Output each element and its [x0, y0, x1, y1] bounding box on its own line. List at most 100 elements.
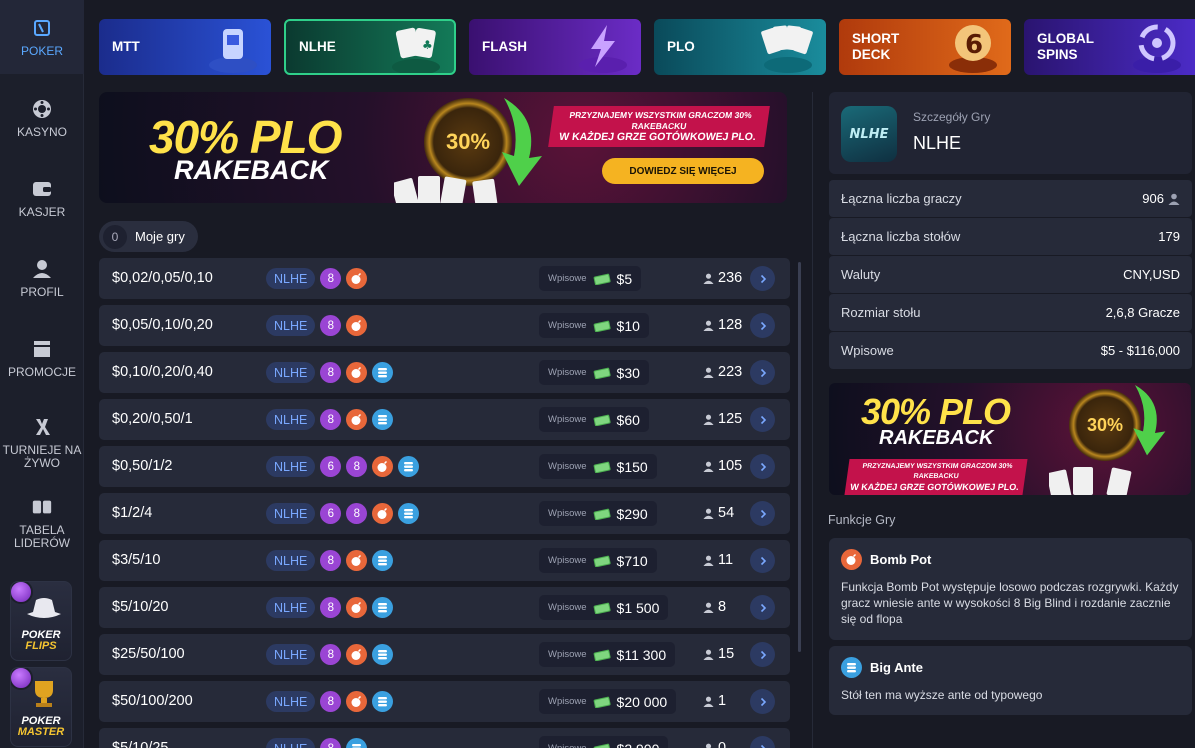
chevron-right-icon [758, 650, 768, 660]
poker-flips-promo[interactable]: POKER FLIPS [10, 581, 72, 661]
buyin-box: Wpisowe $11 300 [539, 642, 676, 667]
seats-badge: 8 [320, 550, 342, 571]
open-table-button[interactable] [750, 736, 775, 748]
buyin-value: $11 300 [616, 646, 667, 663]
tab-label: GLOBAL SPINS [1037, 31, 1094, 62]
seats-badge: 8 [320, 409, 342, 430]
tagline-line1: PRZYZNAJEMY WSZYSTKIM GRACZOM 30% RAKEBA… [861, 463, 1013, 480]
table-row[interactable]: $0,05/0,10/0,20 NLHE 8 Wpisowe $10 128 [99, 305, 790, 346]
open-table-button[interactable] [750, 313, 775, 338]
chevron-right-icon [758, 697, 768, 707]
sidebar-item-leaderboard[interactable]: TABELA LIDERÓW [0, 496, 89, 550]
tab-flash[interactable]: FLASH [469, 19, 641, 75]
table-row[interactable]: $25/50/100 NLHE 8 Wpisowe $11 300 15 [99, 634, 790, 675]
table-row[interactable]: $5/10/25 NLHE 8 Wpisowe $2 900 0 [99, 728, 790, 748]
tab-label: NLHE [299, 39, 336, 54]
stakes-label: $5/10/25 [112, 740, 169, 748]
game-type-badge: NLHE [266, 362, 316, 383]
table-row[interactable]: $0,02/0,05/0,10 NLHE 8 Wpisowe $5 236 [99, 258, 790, 299]
my-games-filter[interactable]: 0 Moje gry [99, 221, 198, 252]
buyin-value: $710 [616, 552, 648, 569]
buyin-label: Wpisowe [548, 273, 587, 284]
sidebar-item-promotions[interactable]: PROMOCJE [0, 338, 84, 379]
open-table-button[interactable] [750, 501, 775, 526]
open-table-button[interactable] [750, 642, 775, 667]
user-icon [31, 258, 53, 280]
panel-divider [812, 92, 813, 748]
table-row[interactable]: $0,20/0,50/1 NLHE 8 Wpisowe $60 125 [99, 399, 790, 440]
buyin-label: Wpisowe [548, 649, 587, 660]
chevron-right-icon [758, 744, 768, 748]
sidebar-item-casino[interactable]: KASYNO [0, 98, 84, 139]
open-table-button[interactable] [750, 266, 775, 291]
seats-badge: 8 [346, 503, 368, 524]
nlhe-logo: NLHE [841, 106, 897, 162]
sidebar-item-profile[interactable]: PROFIL [0, 258, 84, 299]
stat-value: 179 [1158, 229, 1180, 244]
cash-icon [593, 649, 611, 661]
six-plus-icon: 6 [949, 25, 997, 73]
tab-plo[interactable]: PLO [654, 19, 826, 75]
user-icon [703, 696, 714, 707]
game-type-badge: NLHE [266, 597, 316, 618]
sidebar-item-label: POKER [20, 43, 63, 58]
stat-key: Rozmiar stołu [841, 305, 921, 320]
open-table-button[interactable] [750, 689, 775, 714]
user-icon [703, 602, 714, 613]
sidebar-item-poker[interactable]: POKER [0, 0, 84, 74]
open-table-button[interactable] [750, 548, 775, 573]
open-table-button[interactable] [750, 360, 775, 385]
cash-icon [593, 414, 611, 426]
feature-description: Funkcja Bomb Pot występuje losowo podcza… [841, 580, 1179, 626]
sidebar-item-cashier[interactable]: KASJER [0, 178, 84, 219]
learn-more-button[interactable]: DOWIEDZ SIĘ WIĘCEJ [602, 158, 764, 184]
sidebar-item-label: KASYNO [16, 125, 67, 139]
player-count: 54 [718, 505, 735, 521]
tab-nlhe[interactable]: NLHE ♣ [284, 19, 456, 75]
tab-mtt[interactable]: MTT [99, 19, 271, 75]
cash-icon [593, 367, 611, 379]
stat-total-tables: Łączna liczba stołów 179 [829, 218, 1192, 255]
list-scrollbar[interactable] [798, 262, 801, 652]
plo-rakeback-banner-small[interactable]: 30% PLO RAKEBACK 30% PRZYZNAJEMY WSZYSTK… [829, 383, 1191, 495]
stakes-label: $50/100/200 [112, 693, 193, 709]
game-type-badge: NLHE [266, 409, 316, 430]
sidebar-item-live-tournaments[interactable]: TURNIEJE NA ŻYWO [0, 416, 84, 470]
table-row[interactable]: $3/5/10 NLHE 8 Wpisowe $710 11 [99, 540, 790, 581]
chip-stack-icon [346, 738, 368, 748]
table-row[interactable]: $0,10/0,20/0,40 NLHE 8 Wpisowe $30 223 [99, 352, 790, 393]
open-table-button[interactable] [750, 595, 775, 620]
buyin-box: Wpisowe $20 000 [539, 689, 677, 714]
bomb-icon [346, 409, 368, 430]
user-icon [703, 508, 714, 519]
poker-master-promo[interactable]: POKER MASTER [10, 667, 72, 747]
sidebar-item-label: TURNIEJE NA ŻYWO [2, 443, 82, 470]
svg-text:6: 6 [965, 30, 983, 60]
promo-subtitle: FLIPS [25, 640, 57, 652]
user-icon [703, 743, 714, 748]
seats-badge: 8 [320, 315, 342, 336]
open-table-button[interactable] [750, 454, 775, 479]
buyin-value: $2 900 [617, 741, 660, 748]
stakes-label: $0,50/1/2 [112, 458, 173, 474]
game-type-badge: NLHE [266, 268, 316, 289]
game-details-name: NLHE [913, 133, 962, 153]
cash-icon [593, 555, 611, 567]
open-table-button[interactable] [750, 407, 775, 432]
table-row[interactable]: $1/2/4 NLHE 68 Wpisowe $290 54 [99, 493, 790, 534]
tab-global-spins[interactable]: GLOBAL SPINS [1024, 19, 1195, 75]
tab-short-deck[interactable]: SHORT DECK 6 [839, 19, 1011, 75]
user-icon [703, 461, 714, 472]
table-row[interactable]: $5/10/20 NLHE 8 Wpisowe $1 500 8 [99, 587, 790, 628]
table-row[interactable]: $0,50/1/2 NLHE 68 Wpisowe $150 105 [99, 446, 790, 487]
cash-icon [593, 508, 611, 520]
player-count: 236 [718, 270, 743, 286]
table-row[interactable]: $50/100/200 NLHE 8 Wpisowe $20 000 1 [99, 681, 790, 722]
bomb-icon [346, 550, 368, 571]
leaderboard-icon [31, 496, 53, 518]
plo-rakeback-banner[interactable]: 30% PLO RAKEBACK 30% PRZYZNAJEMY WSZYSTK… [99, 92, 787, 203]
user-icon [703, 649, 714, 660]
buyin-value: $60 [616, 411, 640, 428]
buyin-value: $150 [616, 458, 648, 475]
user-icon [703, 555, 714, 566]
